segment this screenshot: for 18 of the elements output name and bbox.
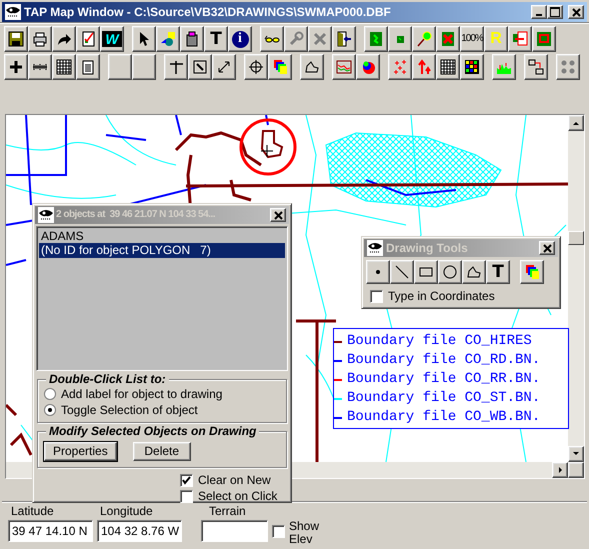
- legend-label: Boundary file CO_RR.BN.: [347, 371, 540, 388]
- legend-label: Boundary file CO_RD.BN.: [347, 352, 540, 369]
- checkbox-label: Select on Click: [198, 488, 278, 504]
- checkbox-label: Type in Coordinates: [388, 288, 495, 304]
- group-title: Double-Click List to:: [46, 372, 169, 386]
- window-title: TAP Map Window - C:\Source\VB32\DRAWINGS\SWMAP000.DBF: [24, 4, 392, 20]
- field-label: Terrain: [208, 504, 247, 520]
- field-label: Latitude: [10, 504, 55, 520]
- legend-label: Boundary file CO_HIRES: [347, 333, 532, 350]
- radio-label: Add label for object to drawing: [61, 386, 222, 402]
- radio-label: Toggle Selection of object: [61, 402, 198, 418]
- legend-label: Boundary file CO_ST.BN.: [347, 390, 540, 407]
- legend-label: Boundary file CO_WB.BN.: [347, 409, 540, 426]
- checkbox-label: Clear on New: [198, 472, 271, 488]
- group-title: Modify Selected Objects on Drawing: [46, 424, 260, 438]
- window-title: Drawing Tools: [386, 240, 469, 256]
- field-label: Longitude: [99, 504, 154, 520]
- checkbox-label: Show Elev: [289, 520, 320, 546]
